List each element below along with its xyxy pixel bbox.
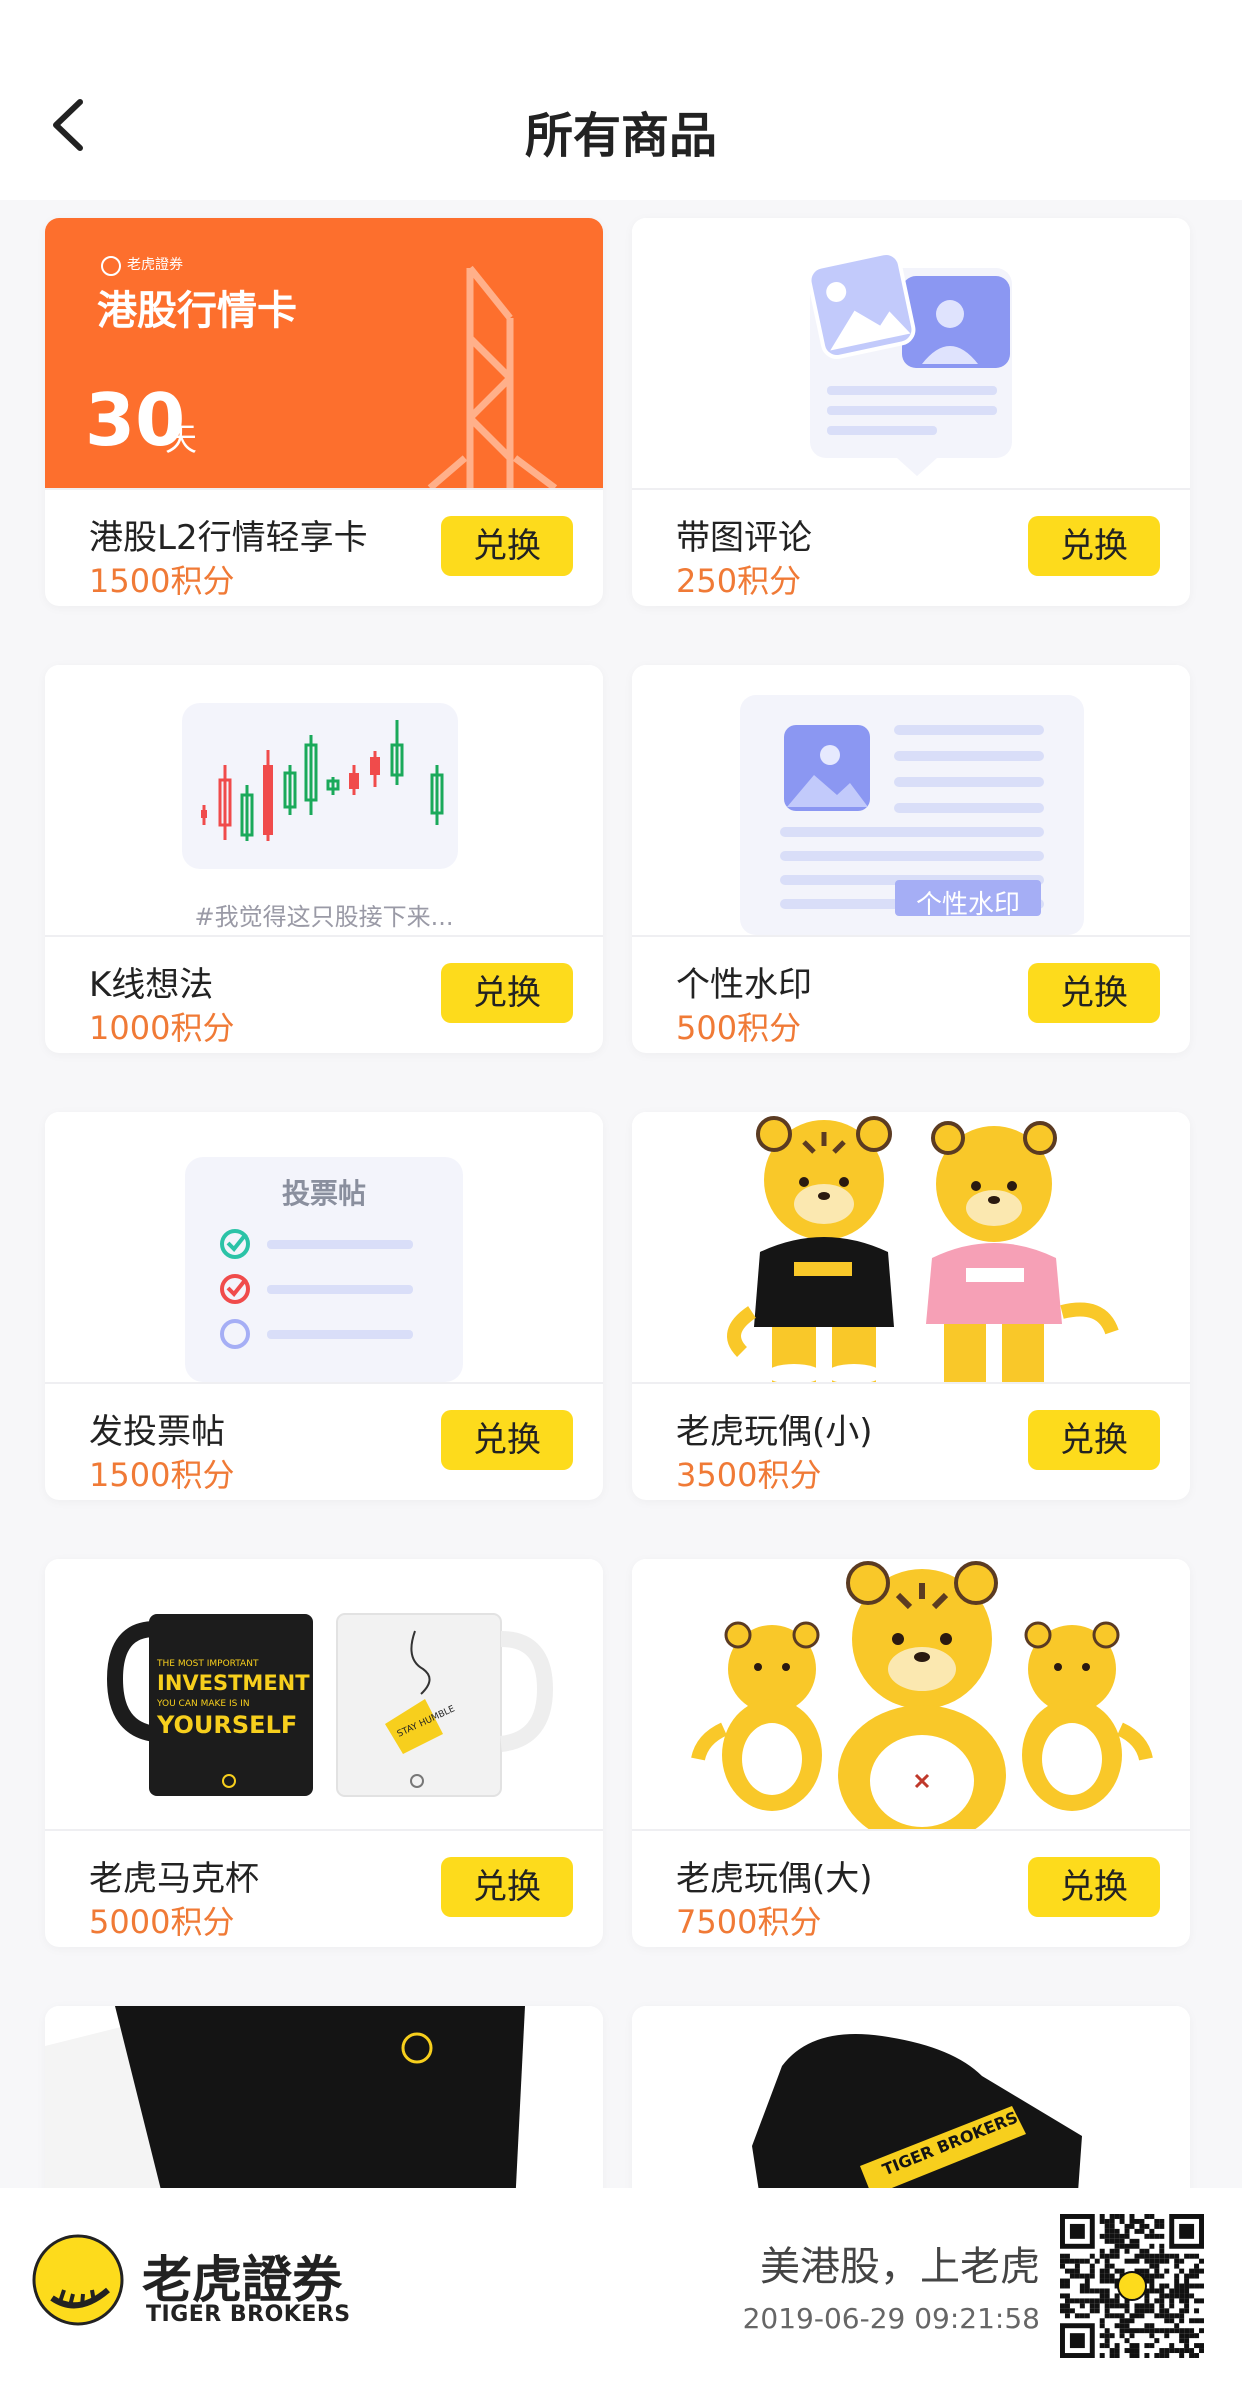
- product-thumbnail: [632, 1112, 1190, 1382]
- product-thumbnail: 老虎證券 港股行情卡 30 天: [45, 218, 603, 488]
- product-card[interactable]: 投票帖 发投票帖 1500积分 兑换: [45, 1112, 603, 1500]
- tiger-logo-icon: [30, 2232, 126, 2328]
- product-card[interactable]: 老虎證券 港股行情卡 30 天 港股L2行情轻享卡 1500积分 兑换: [45, 218, 603, 606]
- product-thumbnail: [632, 218, 1190, 488]
- card-divider: [45, 1382, 603, 1384]
- product-name: 老虎玩偶(小): [676, 1412, 873, 1452]
- redeem-button[interactable]: 兑换: [441, 516, 573, 576]
- watermark-tag: 个性水印: [915, 890, 1020, 920]
- product-thumbnail: [632, 1559, 1190, 1829]
- brand-mini-label: 老虎證券: [127, 257, 183, 273]
- page-title: 所有商品: [524, 108, 717, 164]
- redeem-button[interactable]: 兑换: [441, 963, 573, 1023]
- mug-line-1: THE MOST IMPORTANT: [157, 1659, 259, 1669]
- product-card[interactable]: 老虎玩偶(小) 3500积分 兑换: [632, 1112, 1190, 1500]
- card-divider: [632, 935, 1190, 937]
- product-price: 5000积分: [89, 1903, 235, 1941]
- product-card[interactable]: 带图评论 250积分 兑换: [632, 218, 1190, 606]
- card-divider: [632, 1829, 1190, 1831]
- redeem-button[interactable]: 兑换: [1028, 1410, 1160, 1470]
- kline-caption: #我觉得这只股接下来...: [194, 903, 454, 931]
- product-name: K线想法: [89, 965, 214, 1005]
- vote-post-title: 投票帖: [281, 1177, 366, 1210]
- footer-slogan: 美港股，上老虎: [760, 2244, 1040, 2290]
- product-card[interactable]: 个性水印 个性水印 500积分 兑换: [632, 665, 1190, 1053]
- product-thumbnail: 个性水印: [632, 665, 1190, 935]
- tiger-mug-image: [106, 1613, 554, 1797]
- vote-post-icon: [185, 1157, 463, 1382]
- redeem-button[interactable]: 兑换: [441, 1410, 573, 1470]
- product-price: 250积分: [676, 562, 802, 600]
- card-divider: [632, 1382, 1190, 1384]
- product-name: 老虎马克杯: [89, 1859, 259, 1899]
- product-name: 个性水印: [676, 965, 812, 1005]
- mug-line-3: YOU CAN MAKE IS IN: [157, 1699, 250, 1709]
- product-price: 1000积分: [89, 1009, 235, 1047]
- footer-timestamp: 2019-06-29 09:21:58: [742, 2302, 1040, 2335]
- redeem-button[interactable]: 兑换: [441, 1857, 573, 1917]
- product-grid: 老虎證券 港股行情卡 30 天 港股L2行情轻享卡 1500积分 兑换 带图评论…: [0, 0, 1242, 2188]
- card-divider: [45, 488, 603, 490]
- product-price: 1500积分: [89, 562, 235, 600]
- product-thumbnail: [45, 2006, 603, 2188]
- nav-header: 所有商品: [0, 0, 1242, 200]
- tiger-doll-large-image: [691, 1561, 1153, 1829]
- product-name: 发投票帖: [89, 1412, 225, 1452]
- product-card[interactable]: 老虎玩偶(大) 7500积分 兑换: [632, 1559, 1190, 1947]
- tiger-tshirt-image: [45, 2006, 525, 2188]
- picture-comment-icon: [807, 251, 1012, 476]
- product-price: 7500积分: [676, 1903, 822, 1941]
- product-price: 500积分: [676, 1009, 802, 1047]
- redeem-button[interactable]: 兑换: [1028, 963, 1160, 1023]
- product-thumbnail: TIGER BROKERS: [632, 2006, 1190, 2188]
- days-unit: 天: [165, 420, 198, 458]
- product-card[interactable]: THE MOST IMPORTANT INVESTMENT YOU CAN MA…: [45, 1559, 603, 1947]
- qr-code-graphic: [1060, 2214, 1204, 2358]
- card-divider: [45, 935, 603, 937]
- qr-code: [1060, 2214, 1204, 2358]
- product-name: 老虎玩偶(大): [676, 1859, 873, 1899]
- product-card[interactable]: #我觉得这只股接下来... K线想法 1000积分 兑换: [45, 665, 603, 1053]
- mug-line-4: YOURSELF: [157, 1711, 298, 1739]
- mug-line-2: INVESTMENT: [157, 1671, 310, 1695]
- redeem-button[interactable]: 兑换: [1028, 1857, 1160, 1917]
- redeem-button[interactable]: 兑换: [1028, 516, 1160, 576]
- brand-name-en: TIGER BROKERS: [146, 2302, 351, 2327]
- product-thumbnail: THE MOST IMPORTANT INVESTMENT YOU CAN MA…: [45, 1559, 603, 1829]
- product-price: 1500积分: [89, 1456, 235, 1494]
- product-card[interactable]: TIGER BROKERS: [632, 2006, 1190, 2188]
- product-thumbnail: #我觉得这只股接下来...: [45, 665, 603, 935]
- product-thumbnail: 投票帖: [45, 1112, 603, 1382]
- card-title: 港股行情卡: [97, 288, 297, 334]
- product-price: 3500积分: [676, 1456, 822, 1494]
- card-divider: [45, 1829, 603, 1831]
- candlestick-chart-icon: [182, 703, 458, 869]
- card-divider: [632, 488, 1190, 490]
- tiger-doll-small-image: [727, 1116, 1119, 1382]
- product-name: 带图评论: [676, 518, 812, 558]
- product-name: 港股L2行情轻享卡: [89, 518, 368, 558]
- product-card[interactable]: [45, 2006, 603, 2188]
